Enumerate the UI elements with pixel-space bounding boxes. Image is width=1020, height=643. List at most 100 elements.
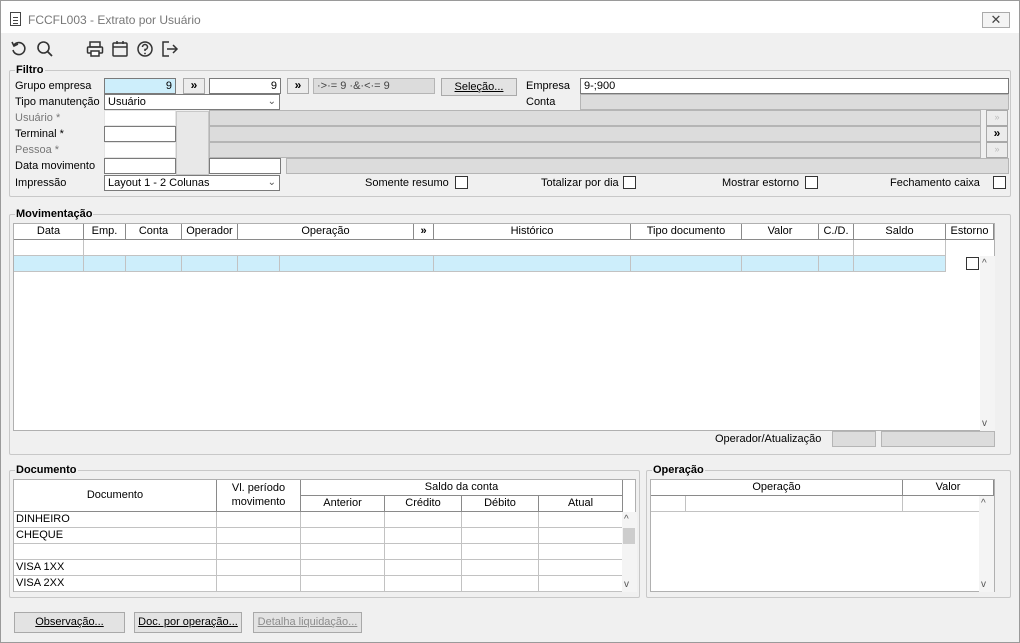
grupo-empresa-to-input[interactable]: 9 <box>209 78 281 94</box>
table-cell[interactable] <box>385 528 462 544</box>
table-cell[interactable] <box>301 528 385 544</box>
col-header-operador[interactable]: Operador <box>182 224 238 240</box>
exit-icon[interactable] <box>161 40 179 58</box>
calendar-icon[interactable] <box>111 40 129 58</box>
table-cell[interactable] <box>462 576 539 592</box>
col-header-atual[interactable]: Atual <box>539 496 623 512</box>
table-row-selected-cd[interactable] <box>819 256 854 272</box>
scroll-up-icon[interactable]: ^ <box>982 258 987 269</box>
scroll-down-icon[interactable]: v <box>982 418 987 429</box>
totalizar-checkbox[interactable] <box>623 176 636 189</box>
fechamento-caixa-checkbox[interactable] <box>993 176 1006 189</box>
table-cell[interactable] <box>462 512 539 528</box>
table-cell[interactable] <box>539 544 623 560</box>
col-header-operacao[interactable]: Operação <box>238 224 414 240</box>
movimentacao-scrollbar[interactable]: ^ v <box>980 256 995 431</box>
table-cell[interactable] <box>84 240 854 256</box>
table-cell[interactable] <box>651 496 686 512</box>
table-cell[interactable] <box>854 240 946 256</box>
table-cell[interactable] <box>301 544 385 560</box>
col-header-operacao[interactable]: Operação <box>651 480 903 496</box>
table-cell[interactable] <box>539 512 623 528</box>
table-cell[interactable] <box>301 576 385 592</box>
movimentacao-grid[interactable]: Data Emp. Conta Operador Operação » Hist… <box>13 223 995 431</box>
help-icon[interactable] <box>136 40 154 58</box>
table-cell[interactable] <box>462 544 539 560</box>
impressao-select[interactable]: Layout 1 - 2 Colunas ⌄ <box>104 175 280 191</box>
table-cell[interactable] <box>462 528 539 544</box>
terminal-input[interactable] <box>104 126 176 142</box>
table-cell[interactable] <box>686 496 903 512</box>
table-row-selected-emp[interactable] <box>84 256 126 272</box>
col-header-emp[interactable]: Emp. <box>84 224 126 240</box>
table-cell[interactable] <box>539 528 623 544</box>
table-cell[interactable] <box>462 560 539 576</box>
table-cell[interactable] <box>539 576 623 592</box>
documento-row-name[interactable]: DINHEIRO <box>14 512 217 528</box>
table-row-selected-operacao[interactable] <box>280 256 434 272</box>
usuario-input[interactable] <box>104 110 176 126</box>
table-row-selected-conta[interactable] <box>126 256 182 272</box>
col-header-valor[interactable]: Valor <box>742 224 819 240</box>
table-cell[interactable] <box>301 560 385 576</box>
table-cell[interactable] <box>217 544 301 560</box>
table-row-selected-operador[interactable] <box>182 256 238 272</box>
scroll-up-icon[interactable]: ^ <box>981 498 986 509</box>
col-header-credito[interactable]: Crédito <box>385 496 462 512</box>
documento-row-name[interactable]: CHEQUE <box>14 528 217 544</box>
col-header-saldo[interactable]: Saldo <box>854 224 946 240</box>
pessoa-input[interactable] <box>104 142 176 158</box>
table-row-selected-data[interactable] <box>14 256 84 272</box>
data-movimento-to-input[interactable] <box>209 158 281 174</box>
documento-grid[interactable]: Documento Vl. período movimento Saldo da… <box>13 479 637 592</box>
close-button[interactable]: ✕ <box>982 12 1010 28</box>
col-header-data[interactable]: Data <box>14 224 84 240</box>
refresh-icon[interactable] <box>10 40 28 58</box>
col-header-documento[interactable]: Documento <box>14 480 217 512</box>
data-movimento-from-input[interactable] <box>104 158 176 174</box>
table-cell[interactable] <box>217 576 301 592</box>
table-row-selected-operacao-code[interactable] <box>238 256 280 272</box>
col-header-conta[interactable]: Conta <box>126 224 182 240</box>
search-icon[interactable] <box>36 40 54 58</box>
documento-row-name[interactable]: VISA 2XX <box>14 576 217 592</box>
print-icon[interactable] <box>86 40 104 58</box>
table-cell[interactable] <box>385 560 462 576</box>
col-header-tipo-documento[interactable]: Tipo documento <box>631 224 742 240</box>
scroll-up-icon[interactable]: ^ <box>624 514 629 525</box>
table-cell[interactable] <box>385 512 462 528</box>
documento-row-name[interactable] <box>14 544 217 560</box>
scroll-thumb[interactable] <box>623 528 635 544</box>
grupo-empresa-from-input[interactable]: 9 <box>104 78 176 94</box>
col-header-debito[interactable]: Débito <box>462 496 539 512</box>
terminal-expand-button[interactable]: » <box>986 126 1008 142</box>
operacao-grid[interactable]: Operação Valor ^ v <box>650 479 995 592</box>
table-cell[interactable] <box>217 560 301 576</box>
documento-scrollbar[interactable]: ^ v <box>622 512 637 592</box>
table-cell[interactable] <box>539 560 623 576</box>
col-header-cd[interactable]: C./D. <box>819 224 854 240</box>
col-header-estorno[interactable]: Estorno <box>946 224 994 240</box>
col-header-historico[interactable]: Histórico <box>434 224 631 240</box>
table-row-selected-saldo[interactable] <box>854 256 946 272</box>
scroll-down-icon[interactable]: v <box>981 579 986 590</box>
table-row-selected-valor[interactable] <box>742 256 819 272</box>
table-cell[interactable] <box>14 240 84 256</box>
documento-row-name[interactable]: VISA 1XX <box>14 560 217 576</box>
table-row-selected-tipo-documento[interactable] <box>631 256 742 272</box>
col-header-valor[interactable]: Valor <box>903 480 994 496</box>
tipo-manutencao-select[interactable]: Usuário ⌄ <box>104 94 280 110</box>
table-cell[interactable] <box>217 528 301 544</box>
mostrar-estorno-checkbox[interactable] <box>805 176 818 189</box>
grupo-empresa-expand-button[interactable]: » <box>183 78 205 94</box>
table-cell[interactable] <box>301 512 385 528</box>
grupo-empresa-to-expand-button[interactable]: » <box>287 78 309 94</box>
operacao-scrollbar[interactable]: ^ v <box>979 496 994 592</box>
doc-por-operacao-button[interactable]: Doc. por operação... <box>134 612 242 633</box>
col-header-expand[interactable]: » <box>414 224 434 240</box>
selecao-button[interactable]: Seleção... <box>441 78 517 96</box>
empresa-input[interactable]: 9-;900 <box>580 78 1009 94</box>
estorno-checkbox[interactable] <box>966 257 979 270</box>
table-cell[interactable] <box>217 512 301 528</box>
col-header-vl-periodo[interactable]: Vl. período movimento <box>217 480 301 512</box>
